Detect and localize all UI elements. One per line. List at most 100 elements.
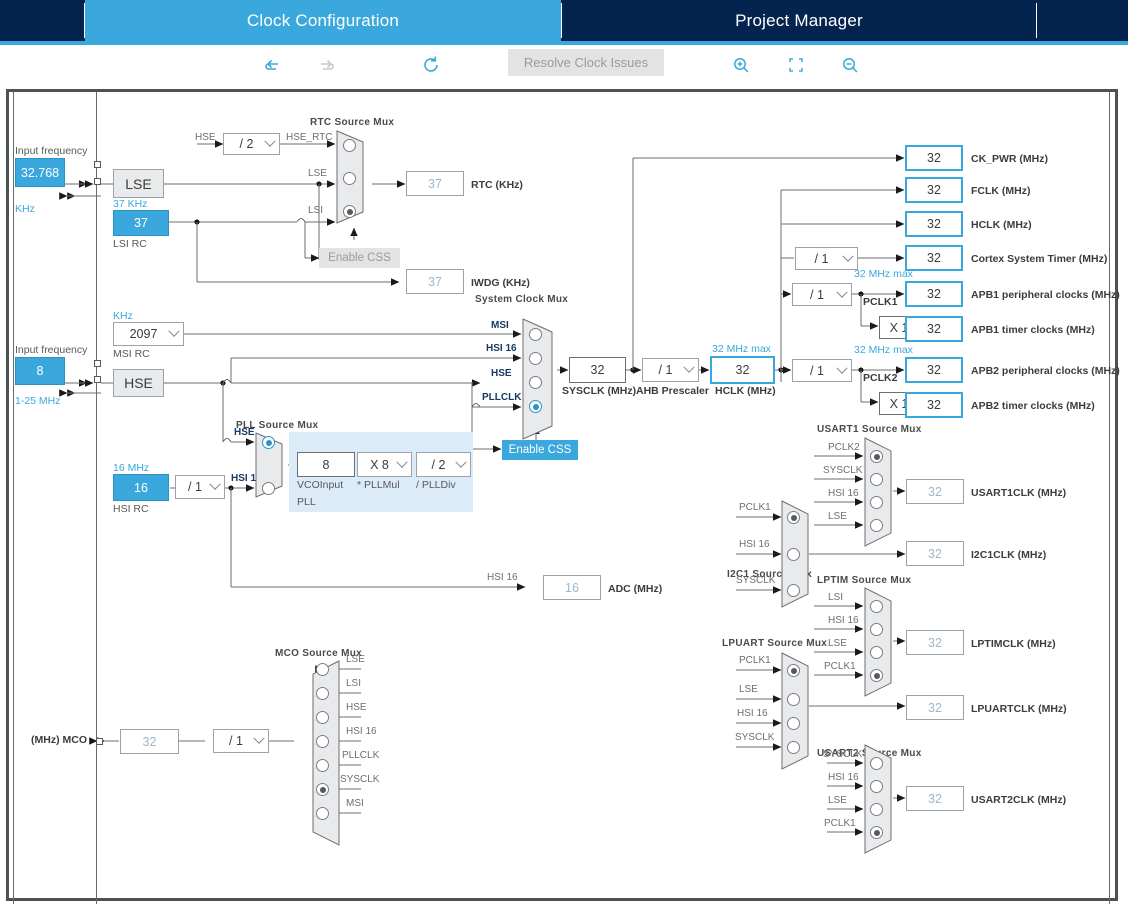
- lpuart-mux-input-1: LSE: [739, 684, 758, 695]
- usart2-mux-radio-0[interactable]: [870, 757, 883, 770]
- fit-to-screen-icon[interactable]: [779, 48, 813, 82]
- lptim-mux-radio-1[interactable]: [870, 623, 883, 636]
- zoom-out-icon[interactable]: [833, 48, 867, 82]
- sysmux-radio-3[interactable]: [529, 400, 542, 413]
- pll-source-mux[interactable]: [255, 432, 291, 498]
- lpuart-mux-input-2: HSI 16: [737, 708, 768, 719]
- mco-divider-select[interactable]: / 1: [213, 729, 269, 753]
- i2c1-source-mux[interactable]: [781, 500, 817, 608]
- lptim-mux-radio-2[interactable]: [870, 646, 883, 659]
- apb1-prescaler-select[interactable]: / 1: [792, 283, 852, 306]
- tab-blank-left[interactable]: [0, 0, 84, 41]
- hse-input-frequency-label: Input frequency: [15, 344, 88, 356]
- sysmux-radio-0[interactable]: [529, 328, 542, 341]
- rtc-mux-radio-1[interactable]: [343, 172, 356, 185]
- usart1-source-mux[interactable]: [864, 437, 900, 547]
- i2c1-mux-radio-1[interactable]: [787, 548, 800, 561]
- output-apb2-timer-field: 32: [905, 392, 963, 418]
- system-clock-mux[interactable]: [522, 318, 562, 440]
- lptim-mux-input-2: LSE: [828, 638, 847, 649]
- refresh-icon[interactable]: [414, 48, 448, 82]
- tab-project-manager[interactable]: Project Manager: [562, 0, 1036, 41]
- lpuart-mux-radio-2[interactable]: [787, 717, 800, 730]
- clock-tree-canvas[interactable]: Input frequency 32.768 KHz LSE 37 KHz 37…: [6, 89, 1120, 904]
- sysmux-input-label-pllclk: PLLCLK: [482, 392, 522, 403]
- mco-mux-radio-0[interactable]: [316, 663, 329, 676]
- system-enable-css-button[interactable]: Enable CSS: [502, 440, 578, 460]
- ahb-prescaler-select[interactable]: / 1: [642, 358, 699, 382]
- apb2-prescaler-select[interactable]: / 1: [792, 359, 852, 382]
- lpuart-mux-radio-1[interactable]: [787, 693, 800, 706]
- lptim-mux-radio-0[interactable]: [870, 600, 883, 613]
- usart1-source-mux-title: USART1 Source Mux: [817, 424, 922, 435]
- rtc-mux-radio-2[interactable]: [343, 205, 356, 218]
- apb1-prescaler-value: / 1: [810, 287, 824, 302]
- lse-input-frequency-field[interactable]: 32.768: [15, 158, 65, 187]
- i2c1-mux-radio-2[interactable]: [787, 584, 800, 597]
- pll-div-select[interactable]: / 2: [416, 452, 471, 477]
- lse-pin-out[interactable]: [94, 178, 101, 185]
- hse-pin-in[interactable]: [94, 360, 101, 367]
- hsi-value-field[interactable]: 16: [113, 474, 169, 501]
- mco-mux-radio-1[interactable]: [316, 687, 329, 700]
- tab-clock-configuration[interactable]: Clock Configuration: [85, 0, 561, 41]
- mco-mux-radio-2[interactable]: [316, 711, 329, 724]
- lse-pin-in[interactable]: [94, 161, 101, 168]
- lpuart-mux-radio-0[interactable]: [787, 664, 800, 677]
- hse-input-frequency-field[interactable]: 8: [15, 357, 65, 385]
- mco-mux-radio-6[interactable]: [316, 807, 329, 820]
- tab-project-manager-label: Project Manager: [735, 10, 863, 30]
- cortex-timer-prescaler-select[interactable]: / 1: [795, 247, 858, 270]
- hse-source-block[interactable]: HSE: [113, 369, 164, 397]
- mco-pin[interactable]: [96, 738, 103, 745]
- lsi-range-label: 37 KHz: [113, 198, 148, 210]
- resolve-clock-issues-button[interactable]: Resolve Clock Issues: [508, 49, 664, 76]
- pll-mux-radio-1[interactable]: [262, 482, 275, 495]
- undo-icon[interactable]: [255, 48, 289, 82]
- mco-mux-radio-5[interactable]: [316, 783, 329, 796]
- rtc-enable-css-button[interactable]: Enable CSS: [319, 248, 400, 268]
- mco-mux-radio-4[interactable]: [316, 759, 329, 772]
- zoom-in-icon[interactable]: [724, 48, 758, 82]
- usart2-mux-radio-1[interactable]: [870, 780, 883, 793]
- i2c1clk-label: I2C1CLK (MHz): [971, 549, 1047, 561]
- pclk1-tap-label: PCLK1: [863, 296, 898, 308]
- hsi-divider-select[interactable]: / 1: [175, 475, 225, 499]
- hse-pin-out[interactable]: [94, 376, 101, 383]
- output-hclk-label: HCLK (MHz): [971, 219, 1032, 231]
- lpuart-mux-radio-3[interactable]: [787, 741, 800, 754]
- usart2-mux-input-2: LSE: [828, 795, 847, 806]
- mco-source-mux[interactable]: [306, 660, 342, 846]
- output-cortex-timer-label: Cortex System Timer (MHz): [971, 253, 1108, 265]
- pll-mul-select[interactable]: X 8: [357, 452, 412, 477]
- i2c1-mux-radio-0[interactable]: [787, 511, 800, 524]
- sysmux-radio-2[interactable]: [529, 376, 542, 389]
- usart2-mux-radio-2[interactable]: [870, 803, 883, 816]
- usart1-mux-radio-3[interactable]: [870, 519, 883, 532]
- rtc-mux-radio-0[interactable]: [343, 139, 356, 152]
- lse-source-block[interactable]: LSE: [113, 169, 164, 198]
- usart2-source-mux[interactable]: [864, 744, 900, 854]
- lptim-mux-radio-3[interactable]: [870, 669, 883, 682]
- resolve-clock-issues-label: Resolve Clock Issues: [523, 55, 649, 70]
- sysmux-radio-1[interactable]: [529, 352, 542, 365]
- rtc-hse-prescaler[interactable]: / 2: [223, 133, 280, 155]
- i2c1-mux-input-0: PCLK1: [739, 502, 771, 513]
- mco-mux-input-1: LSI: [346, 678, 362, 689]
- usart1-mux-radio-2[interactable]: [870, 496, 883, 509]
- usart1-mux-radio-0[interactable]: [870, 450, 883, 463]
- usart2clk-field: 32: [906, 786, 964, 811]
- lpuart-source-mux[interactable]: [781, 652, 817, 770]
- redo-icon: [310, 48, 344, 82]
- cortex-timer-prescaler-value: / 1: [814, 251, 829, 266]
- lptim-source-mux[interactable]: [864, 587, 900, 697]
- rtc-source-mux[interactable]: [336, 130, 372, 224]
- tab-blank-right[interactable]: [1037, 0, 1128, 41]
- usart2-mux-radio-3[interactable]: [870, 826, 883, 839]
- mco-mux-radio-3[interactable]: [316, 735, 329, 748]
- pll-mux-radio-0[interactable]: [262, 436, 275, 449]
- apb1-max-label: 32 MHz max: [854, 268, 913, 280]
- lsi-value-field[interactable]: 37: [113, 210, 169, 236]
- msi-frequency-select[interactable]: 2097: [113, 322, 184, 346]
- usart1-mux-radio-1[interactable]: [870, 473, 883, 486]
